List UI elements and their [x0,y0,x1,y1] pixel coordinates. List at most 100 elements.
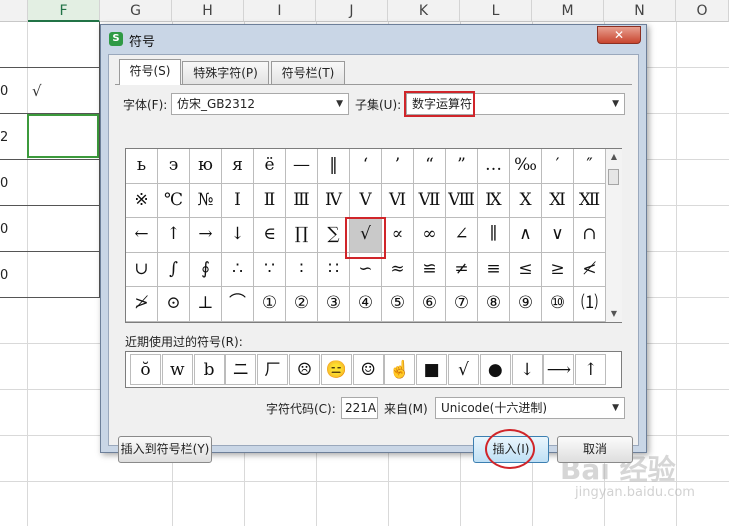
symbol-cell[interactable]: ∞ [414,218,446,253]
symbol-cell[interactable]: ∮ [190,252,222,288]
scroll-thumb[interactable] [608,169,619,185]
symbol-cell[interactable]: ⌒ [222,287,254,322]
symbol-cell[interactable]: ⊙ [158,287,190,322]
symbol-cell[interactable]: ↑ [158,218,190,253]
column-header-l[interactable]: L [460,0,532,22]
symbol-cell[interactable]: ∝ [382,218,414,253]
column-header-i[interactable]: I [244,0,316,22]
recent-symbol-cell[interactable]: w [161,354,193,385]
symbol-cell[interactable]: ① [254,287,286,322]
symbol-cell[interactable]: ∧ [510,218,542,253]
symbol-cell[interactable]: ⑦ [446,287,478,322]
font-select[interactable]: 仿宋_GB2312 ▼ [171,93,349,115]
symbol-cell[interactable]: ⑧ [478,287,510,322]
symbol-cell[interactable]: ∨ [542,218,574,253]
from-select[interactable]: Unicode(十六进制) ▼ [435,397,625,419]
symbol-cell[interactable]: ∠ [446,218,478,253]
scroll-up-icon[interactable]: ▲ [606,149,622,165]
symbol-cell[interactable]: ≠ [446,252,478,288]
symbol-cell[interactable]: ≯ [126,287,158,322]
cell-e-value[interactable]: 2 [0,130,22,145]
symbol-cell[interactable]: ④ [350,287,382,322]
symbol-cell[interactable]: ∑ [318,218,350,253]
symbol-cell[interactable]: ∏ [286,218,318,253]
symbol-cell[interactable]: ≥ [542,252,574,288]
grid-scrollbar[interactable]: ▲ ▼ [605,149,622,322]
symbol-cell[interactable]: ∶ [286,252,318,288]
symbol-cell[interactable]: я [222,149,254,184]
symbol-cell[interactable]: Ⅱ [254,183,286,219]
cell-f-checkmark[interactable]: √ [32,82,42,100]
symbol-cell[interactable]: ∷ [318,252,350,288]
symbol-cell[interactable]: ≡ [478,252,510,288]
cell-e-value[interactable]: 0 [0,222,22,237]
symbol-cell[interactable]: ⑩ [542,287,574,322]
column-header-f[interactable]: F [28,0,100,22]
recent-symbol-cell[interactable]: ㄏ [257,354,289,385]
insert-button[interactable]: 插入(I) [473,436,549,463]
symbol-cell[interactable]: ≮ [574,252,606,288]
cell-e-value[interactable]: 0 [0,176,22,191]
column-header-o[interactable]: O [676,0,729,22]
column-header-j[interactable]: J [316,0,388,22]
symbol-cell[interactable]: ≈ [382,252,414,288]
insert-to-symbol-bar-button[interactable]: 插入到符号栏(Y) [118,436,212,463]
symbol-cell[interactable]: ∈ [254,218,286,253]
column-header-n[interactable]: N [604,0,676,22]
subset-select[interactable]: 数字运算符 ▼ [406,93,625,115]
symbol-cell[interactable]: ∩ [574,218,606,253]
recent-symbol-cell[interactable]: ■ [416,354,448,385]
selected-cell[interactable] [27,114,99,158]
symbol-cell[interactable]: ‘ [350,149,382,184]
symbol-cell[interactable]: № [190,183,222,219]
symbol-cell[interactable]: ⊥ [190,287,222,322]
cell-e-value[interactable]: 0 [0,84,22,99]
symbol-cell[interactable]: ⑥ [414,287,446,322]
charcode-input[interactable]: 221A [341,397,378,419]
symbol-cell[interactable]: ∵ [254,252,286,288]
symbol-cell[interactable]: ℃ [158,183,190,219]
symbol-cell[interactable]: ∪ [126,252,158,288]
symbol-cell[interactable]: Ⅰ [222,183,254,219]
cell-e-value[interactable]: 0 [0,268,22,283]
symbol-cell[interactable]: э [158,149,190,184]
symbol-cell[interactable]: Ⅴ [350,183,382,219]
symbol-cell[interactable]: ← [126,218,158,253]
scroll-down-icon[interactable]: ▼ [606,306,622,322]
cancel-button[interactable]: 取消 [557,436,633,463]
symbol-cell[interactable]: ″ [574,149,606,184]
symbol-cell[interactable]: ‰ [510,149,542,184]
column-header-g[interactable]: G [100,0,172,22]
symbol-cell[interactable]: Ⅳ [318,183,350,219]
symbol-cell[interactable]: ’ [382,149,414,184]
symbol-cell[interactable]: Ⅸ [478,183,510,219]
recent-symbol-cell[interactable]: ニ [225,354,257,385]
symbol-cell[interactable]: ↓ [222,218,254,253]
symbol-cell[interactable]: — [286,149,318,184]
symbol-cell[interactable]: Ⅷ [446,183,478,219]
symbol-cell[interactable]: Ⅻ [574,183,606,219]
symbol-cell[interactable]: ② [286,287,318,322]
symbol-cell[interactable]: ③ [318,287,350,322]
tab-symbols[interactable]: 符号(S) [119,59,181,85]
symbol-cell[interactable]: Ⅵ [382,183,414,219]
column-header-e[interactable] [0,0,28,22]
symbol-cell[interactable]: “ [414,149,446,184]
symbol-cell[interactable]: ∫ [158,252,190,288]
recent-symbol-cell[interactable]: b [193,354,225,385]
recent-symbol-cell[interactable]: ⟶ [543,354,575,385]
column-header-h[interactable]: H [172,0,244,22]
recent-symbol-cell[interactable]: ☹ [289,354,320,385]
recent-symbol-cell[interactable]: 😑 [320,354,352,385]
symbol-cell[interactable]: … [478,149,510,184]
symbol-cell[interactable]: → [190,218,222,253]
recent-symbol-cell[interactable]: ↓ [511,354,543,385]
column-header-m[interactable]: M [532,0,604,22]
symbol-cell[interactable]: ∴ [222,252,254,288]
symbol-cell[interactable]: Ⅺ [542,183,574,219]
symbol-cell[interactable]: ∽ [350,252,382,288]
symbol-cell[interactable]: ≌ [414,252,446,288]
symbol-cell[interactable]: ю [190,149,222,184]
recent-symbol-cell[interactable]: ŏ [130,354,161,385]
symbol-cell[interactable]: Ⅶ [414,183,446,219]
